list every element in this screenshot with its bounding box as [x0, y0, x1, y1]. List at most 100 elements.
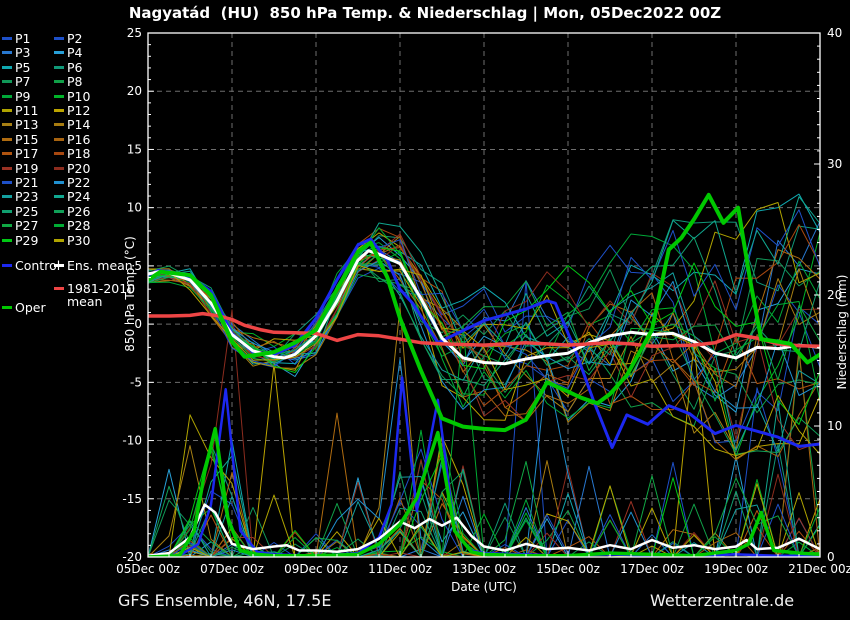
legend-item-p6: P6	[54, 60, 83, 75]
legend-item-p14-label: P14	[67, 117, 90, 132]
legend-item-p28-swatch	[54, 224, 64, 227]
legend-item-p23: P23	[2, 189, 38, 204]
footer-model-info: GFS Ensemble, 46N, 17.5E	[118, 591, 331, 610]
legend-item-p24-label: P24	[67, 189, 90, 204]
legend-item-p10-swatch	[54, 95, 64, 98]
y-right-tick-label: 30	[827, 157, 842, 171]
legend-item-p5: P5	[2, 60, 31, 75]
legend-item-p2-label: P2	[67, 31, 83, 46]
legend-item-p12-swatch	[54, 109, 64, 112]
legend-item-p10: P10	[54, 89, 90, 104]
legend-item-p5-label: P5	[15, 60, 31, 75]
legend-item-ens-mean-swatch	[54, 264, 64, 267]
legend-item-p23-label: P23	[15, 189, 38, 204]
legend-item-p8-swatch	[54, 80, 64, 83]
legend-item-p10-label: P10	[67, 89, 90, 104]
legend-item-p16-label: P16	[67, 132, 90, 147]
legend-item-p11: P11	[2, 103, 38, 118]
y-left-tick-label: -15	[122, 492, 142, 506]
legend-item-p30: P30	[54, 233, 90, 248]
axis-ticks	[148, 45, 820, 557]
legend-item-control-swatch	[2, 264, 12, 267]
legend-item-p22-swatch	[54, 181, 64, 184]
legend-item-p5-swatch	[2, 66, 12, 69]
legend-item-p25-swatch	[2, 210, 12, 213]
legend-item-p19-label: P19	[15, 161, 38, 176]
legend-item-p29-label: P29	[15, 233, 38, 248]
gfs-ensemble-chart: Nagyatád (HU) 850 hPa Temp. & Niederschl…	[0, 0, 850, 620]
legend-item-p14: P14	[54, 117, 90, 132]
legend-item-p17-swatch	[2, 152, 12, 155]
x-tick-label: 11Dec 00z	[368, 562, 432, 576]
y-left-axis-label: 850 hPa Temp. (°C)	[123, 194, 137, 394]
legend-item-p8-label: P8	[67, 74, 83, 89]
legend-item-p2-swatch	[54, 37, 64, 40]
legend-item-p9-swatch	[2, 95, 12, 98]
y-left-tick-label: -10	[122, 434, 142, 448]
legend-item-p7: P7	[2, 74, 31, 89]
legend-item-p9-label: P9	[15, 89, 31, 104]
member-temp-line-P4	[148, 237, 820, 420]
legend-item-p15-swatch	[2, 138, 12, 141]
legend-item-p25: P25	[2, 204, 38, 219]
legend-item-p4: P4	[54, 45, 83, 60]
legend-item-p6-label: P6	[67, 60, 83, 75]
x-tick-label: 15Dec 00z	[536, 562, 600, 576]
legend-item-p7-swatch	[2, 80, 12, 83]
legend-item-p16-swatch	[54, 138, 64, 141]
legend-item-p22-label: P22	[67, 175, 90, 190]
legend-item-p6-swatch	[54, 66, 64, 69]
legend-item-p15-label: P15	[15, 132, 38, 147]
legend-item-p20-label: P20	[67, 161, 90, 176]
legend-item-p21: P21	[2, 175, 38, 190]
legend-item-p30-label: P30	[67, 233, 90, 248]
x-tick-label: 07Dec 00z	[200, 562, 264, 576]
legend-item-ens-mean: Ens. mean	[54, 258, 133, 273]
legend-item-p1-label: P1	[15, 31, 31, 46]
legend-item-p11-swatch	[2, 109, 12, 112]
legend-item-p26: P26	[54, 204, 90, 219]
footer-site-name: Wetterzentrale.de	[650, 591, 794, 610]
legend-item-p26-label: P26	[67, 204, 90, 219]
x-tick-label: 21Dec 00z	[788, 562, 850, 576]
legend-item-p17-label: P17	[15, 146, 38, 161]
legend-item-p3-label: P3	[15, 45, 31, 60]
legend-item-p3-swatch	[2, 51, 12, 54]
legend-item-p24: P24	[54, 189, 90, 204]
y-left-tick-label: 25	[127, 26, 142, 40]
y-right-axis-label: Niederschlag (mm)	[835, 222, 849, 442]
legend-item-p23-swatch	[2, 195, 12, 198]
legend-item-p27: P27	[2, 218, 38, 233]
legend-item-p13: P13	[2, 117, 38, 132]
legend-item-p8: P8	[54, 74, 83, 89]
legend-item-p24-swatch	[54, 195, 64, 198]
legend-item-p13-label: P13	[15, 117, 38, 132]
legend-item-p19-swatch	[2, 167, 12, 170]
legend-item-p9: P9	[2, 89, 31, 104]
legend-item-p12-label: P12	[67, 103, 90, 118]
legend-item-p18-swatch	[54, 152, 64, 155]
x-tick-label: 13Dec 00z	[452, 562, 516, 576]
x-axis-label: Date (UTC)	[384, 580, 584, 594]
legend-item-p13-swatch	[2, 123, 12, 126]
legend-item-oper-label: Oper	[15, 300, 46, 315]
legend-item-p17: P17	[2, 146, 38, 161]
legend: P1 P2 P3 P4 P5 P6 P7 P8 P9 P10 P11 P12 P13 P14 P15 P16 P…	[0, 0, 120, 340]
legend-item-p1-swatch	[2, 37, 12, 40]
legend-item-control: Control	[2, 258, 60, 273]
legend-item-p22: P22	[54, 175, 90, 190]
legend-item-p20-swatch	[54, 167, 64, 170]
legend-item-p21-swatch	[2, 181, 12, 184]
legend-item-p20: P20	[54, 161, 90, 176]
legend-item-p29-swatch	[2, 239, 12, 242]
x-tick-label: 05Dec 00z	[116, 562, 180, 576]
x-tick-label: 09Dec 00z	[284, 562, 348, 576]
legend-item-p25-label: P25	[15, 204, 38, 219]
legend-item-p3: P3	[2, 45, 31, 60]
legend-item-p4-swatch	[54, 51, 64, 54]
y-left-tick-label: 15	[127, 142, 142, 156]
legend-item-p1: P1	[2, 31, 31, 46]
legend-item-p7-label: P7	[15, 74, 31, 89]
legend-item-p12: P12	[54, 103, 90, 118]
legend-item-climate-mean-swatch	[54, 287, 64, 290]
